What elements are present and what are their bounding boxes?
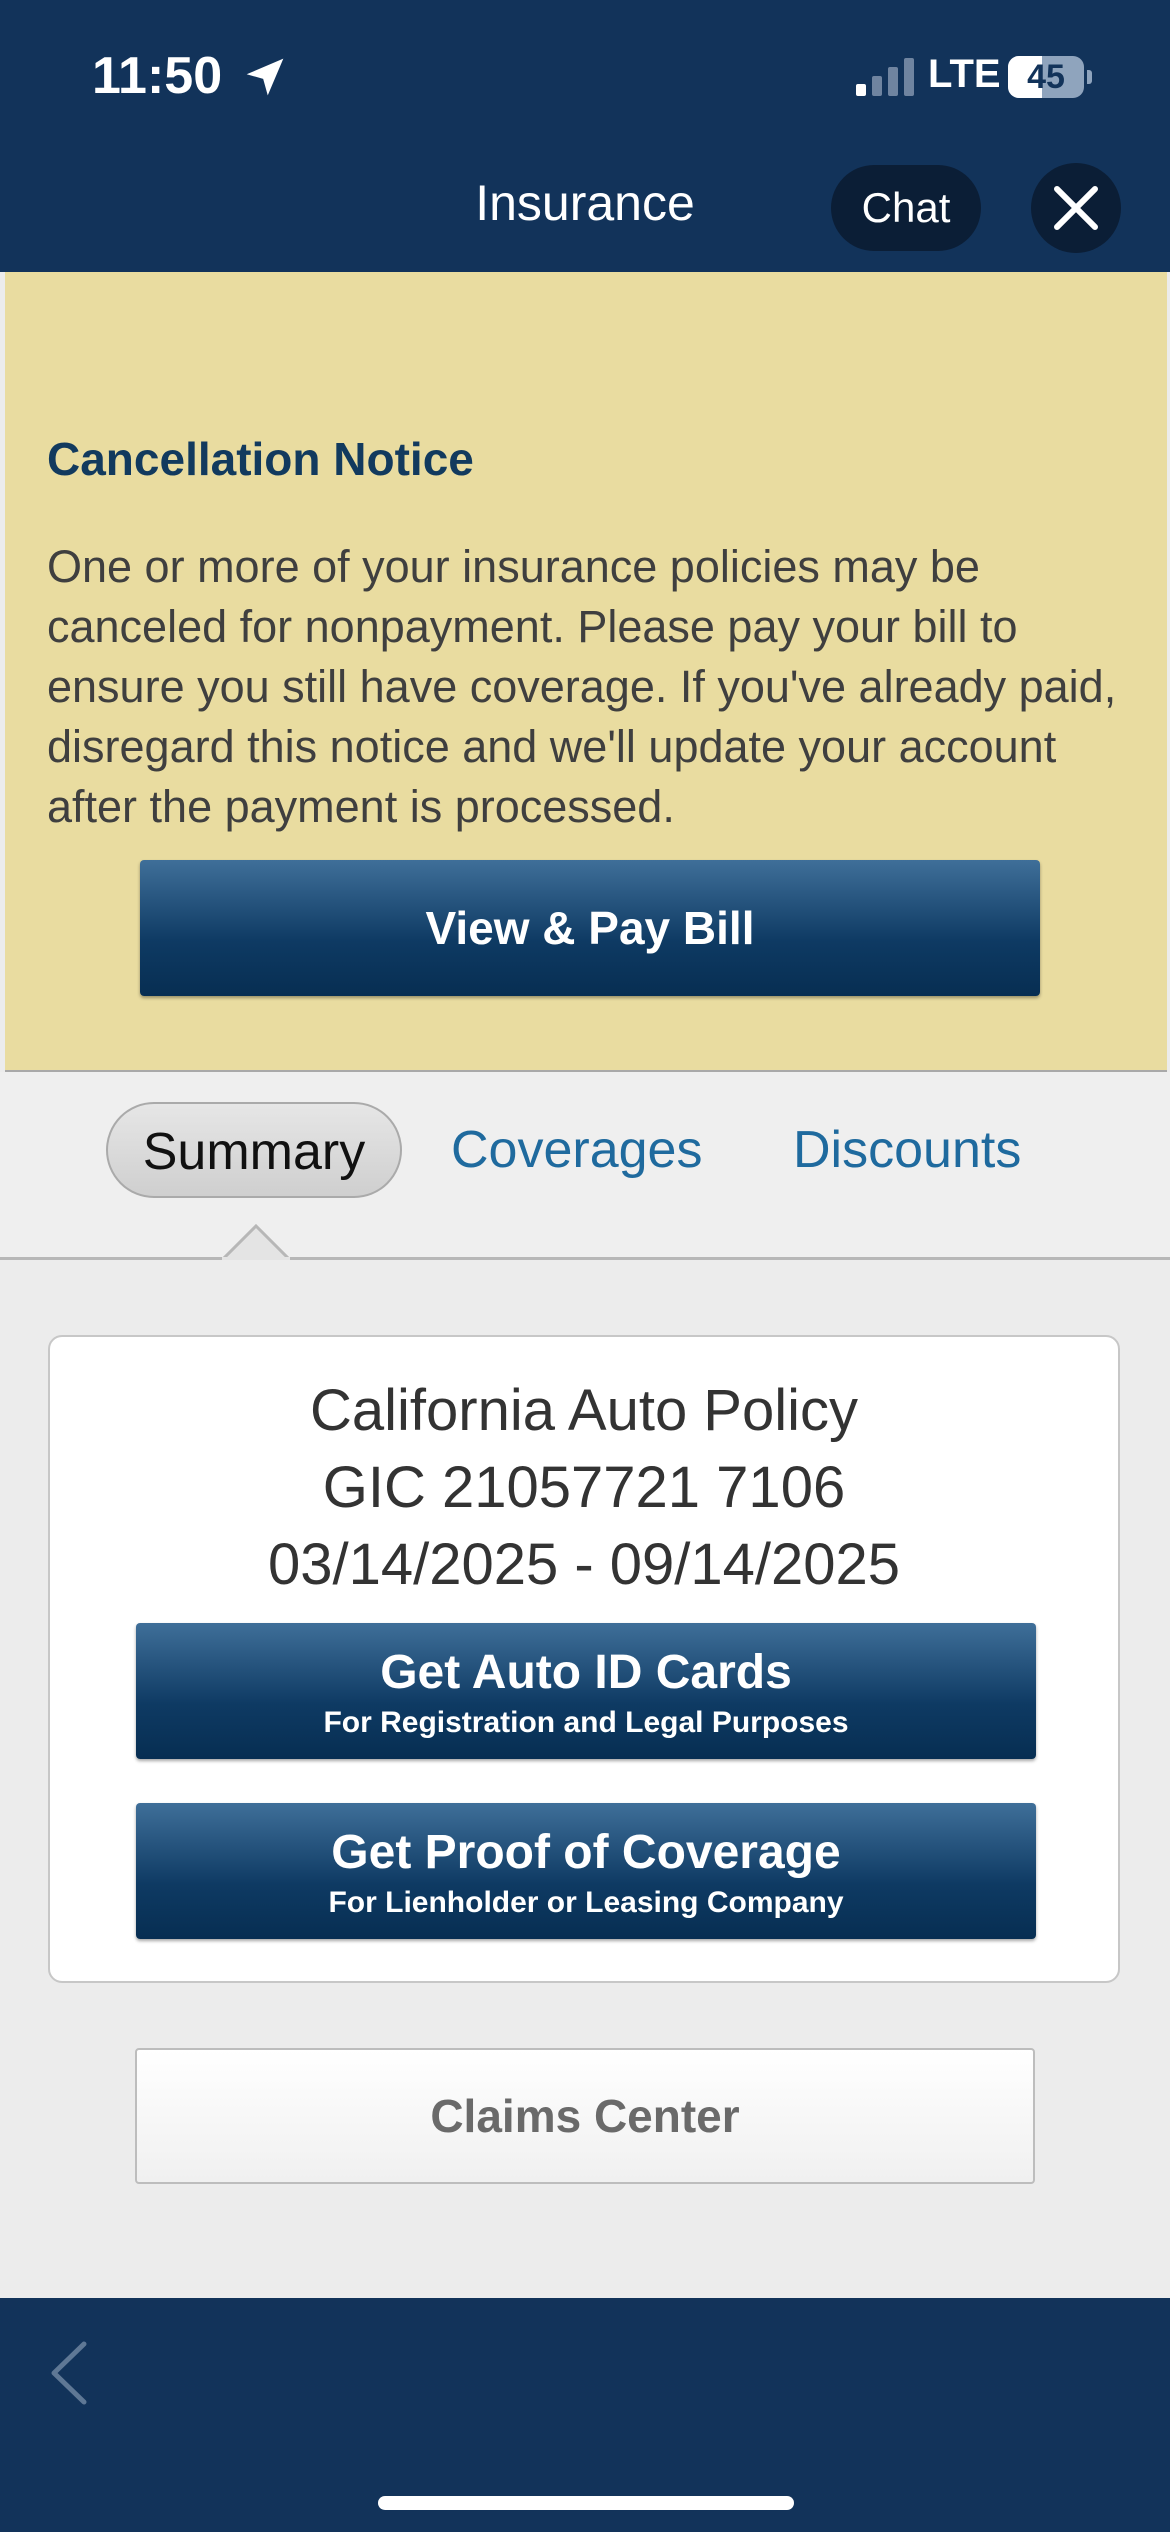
network-type: LTE: [928, 52, 1001, 96]
tab-discounts[interactable]: Discounts: [793, 1102, 1021, 1198]
auto-id-button-subtitle: For Registration and Legal Purposes: [323, 1706, 849, 1739]
view-pay-bill-button[interactable]: View & Pay Bill: [140, 860, 1040, 996]
cancellation-notice: Cancellation Notice One or more of your …: [5, 272, 1167, 1072]
back-chevron-icon[interactable]: [46, 2338, 92, 2408]
proof-button-subtitle: For Lienholder or Leasing Company: [328, 1886, 844, 1919]
notice-body: One or more of your insurance policies m…: [47, 541, 1117, 832]
home-indicator: [378, 2496, 794, 2510]
cellular-signal-icon: [856, 58, 914, 96]
notice-title: Cancellation Notice: [47, 433, 474, 485]
chat-button[interactable]: Chat: [831, 165, 981, 251]
location-arrow-icon: [246, 58, 284, 96]
close-button[interactable]: [1031, 163, 1121, 253]
battery-icon: 45: [1008, 56, 1092, 98]
policy-card: California Auto Policy GIC 21057721 7106…: [48, 1335, 1120, 1983]
policy-number: GIC 21057721 7106: [322, 1455, 846, 1520]
auto-id-button-title: Get Auto ID Cards: [380, 1646, 792, 1699]
policy-dates: 03/14/2025 - 09/14/2025: [267, 1532, 901, 1597]
battery-level: 45: [1027, 58, 1065, 96]
status-bar: 11:50 LTE 45: [0, 0, 1170, 150]
policy-summary-area: California Auto Policy GIC 21057721 7106…: [0, 1260, 1170, 2298]
tab-pointer-icon: [222, 1224, 290, 1260]
tab-coverages[interactable]: Coverages: [451, 1102, 702, 1198]
get-auto-id-cards-button[interactable]: Get Auto ID Cards For Registration and L…: [136, 1623, 1036, 1759]
bottom-toolbar: [0, 2298, 1170, 2532]
status-time: 11:50: [92, 47, 223, 105]
claims-center-button[interactable]: Claims Center: [135, 2048, 1035, 2184]
proof-button-title: Get Proof of Coverage: [331, 1826, 841, 1879]
policy-name: California Auto Policy: [309, 1378, 859, 1443]
policy-tabs: Summary Coverages Discounts: [0, 1072, 1170, 1260]
page-title: Insurance: [475, 175, 695, 231]
get-proof-of-coverage-button[interactable]: Get Proof of Coverage For Lienholder or …: [136, 1803, 1036, 1939]
close-icon: [1054, 186, 1098, 230]
tab-summary[interactable]: Summary: [106, 1102, 402, 1198]
app-header: Insurance Chat: [0, 150, 1170, 272]
